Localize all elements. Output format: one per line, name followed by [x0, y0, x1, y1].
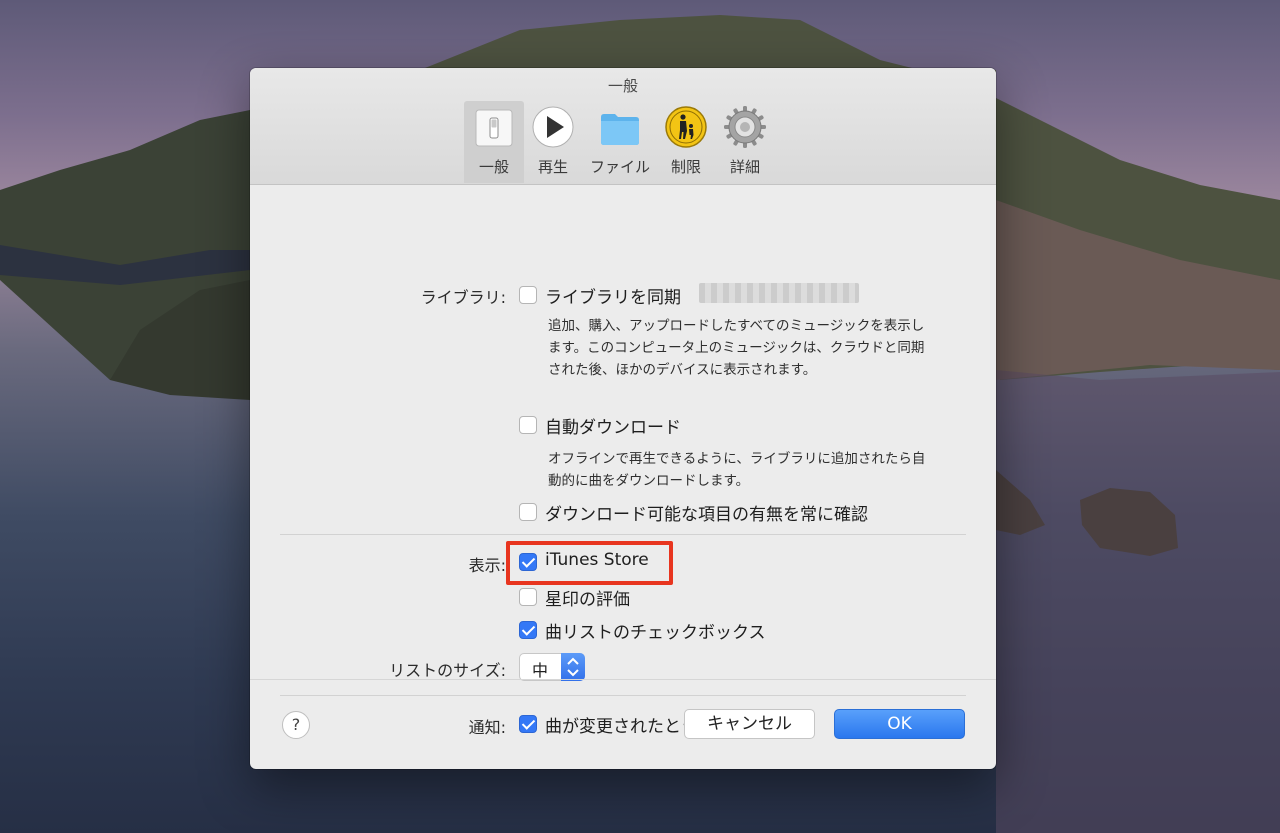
- song-checkboxes-checkbox[interactable]: [519, 621, 537, 639]
- sync-library-description: 追加、購入、アップロードしたすべてのミュージックを表示します。このコンピュータ上…: [548, 318, 925, 378]
- preferences-dialog: 一般 一般 再生 ファイル 制限 詳細 ライブラリ: ライブラリを同期 追加、購…: [250, 68, 996, 769]
- list-size-label: リストのサイズ:: [389, 661, 506, 680]
- up-down-chevron-icon: [561, 653, 585, 681]
- tab-label: 一般: [478, 158, 509, 176]
- tab-restrictions[interactable]: 制限: [656, 101, 716, 183]
- cancel-button[interactable]: キャンセル: [684, 709, 815, 739]
- list-size-value: 中: [532, 661, 549, 680]
- tab-label: 詳細: [729, 158, 760, 176]
- help-button[interactable]: ?: [282, 711, 310, 739]
- section-divider: [280, 534, 966, 535]
- itunes-store-checkbox[interactable]: [519, 553, 537, 571]
- sync-library-checkbox[interactable]: [519, 286, 537, 304]
- toolbar: 一般 一般 再生 ファイル 制限 詳細: [250, 68, 996, 185]
- auto-download-label: 自動ダウンロード: [545, 418, 681, 438]
- check-downloads-label: ダウンロード可能な項目の有無を常に確認: [545, 505, 868, 525]
- footer-divider: [250, 679, 996, 680]
- sync-library-label: ライブラリを同期: [545, 288, 681, 308]
- song-changes-checkbox[interactable]: [519, 715, 537, 733]
- tab-general[interactable]: 一般: [464, 101, 524, 183]
- window-title: 一般: [607, 77, 638, 95]
- tab-playback[interactable]: 再生: [523, 101, 583, 183]
- check-downloads-checkbox[interactable]: [519, 503, 537, 521]
- auto-download-checkbox[interactable]: [519, 416, 537, 434]
- redacted-account-id: [699, 283, 859, 303]
- auto-download-description: オフラインで再生できるように、ライブラリに追加されたら自動的に曲をダウンロードし…: [548, 451, 926, 489]
- general-switch-icon: [475, 109, 513, 147]
- star-ratings-checkbox[interactable]: [519, 588, 537, 606]
- tab-advanced[interactable]: 詳細: [715, 101, 775, 183]
- parental-controls-icon: [665, 106, 707, 148]
- tab-label: ファイル: [590, 158, 651, 176]
- itunes-store-label: iTunes Store: [545, 550, 649, 570]
- song-checkboxes-label: 曲リストのチェックボックス: [545, 623, 766, 643]
- tab-label: 再生: [537, 158, 568, 176]
- section-divider: [280, 695, 966, 696]
- ok-button[interactable]: OK: [834, 709, 965, 739]
- tab-label: 制限: [670, 158, 701, 176]
- folder-icon: [601, 114, 639, 145]
- gear-icon: [724, 106, 766, 148]
- general-pane: ライブラリ: ライブラリを同期 追加、購入、アップロードしたすべてのミュージック…: [250, 185, 996, 769]
- star-ratings-label: 星印の評価: [545, 590, 630, 610]
- display-section-label: 表示:: [468, 556, 506, 575]
- tab-files[interactable]: ファイル: [590, 101, 650, 183]
- play-icon: [532, 106, 574, 148]
- list-size-select[interactable]: 中: [519, 653, 585, 681]
- library-section-label: ライブラリ:: [420, 288, 506, 307]
- song-changes-label: 曲が変更されたとき: [545, 717, 698, 737]
- notifications-section-label: 通知:: [468, 718, 506, 737]
